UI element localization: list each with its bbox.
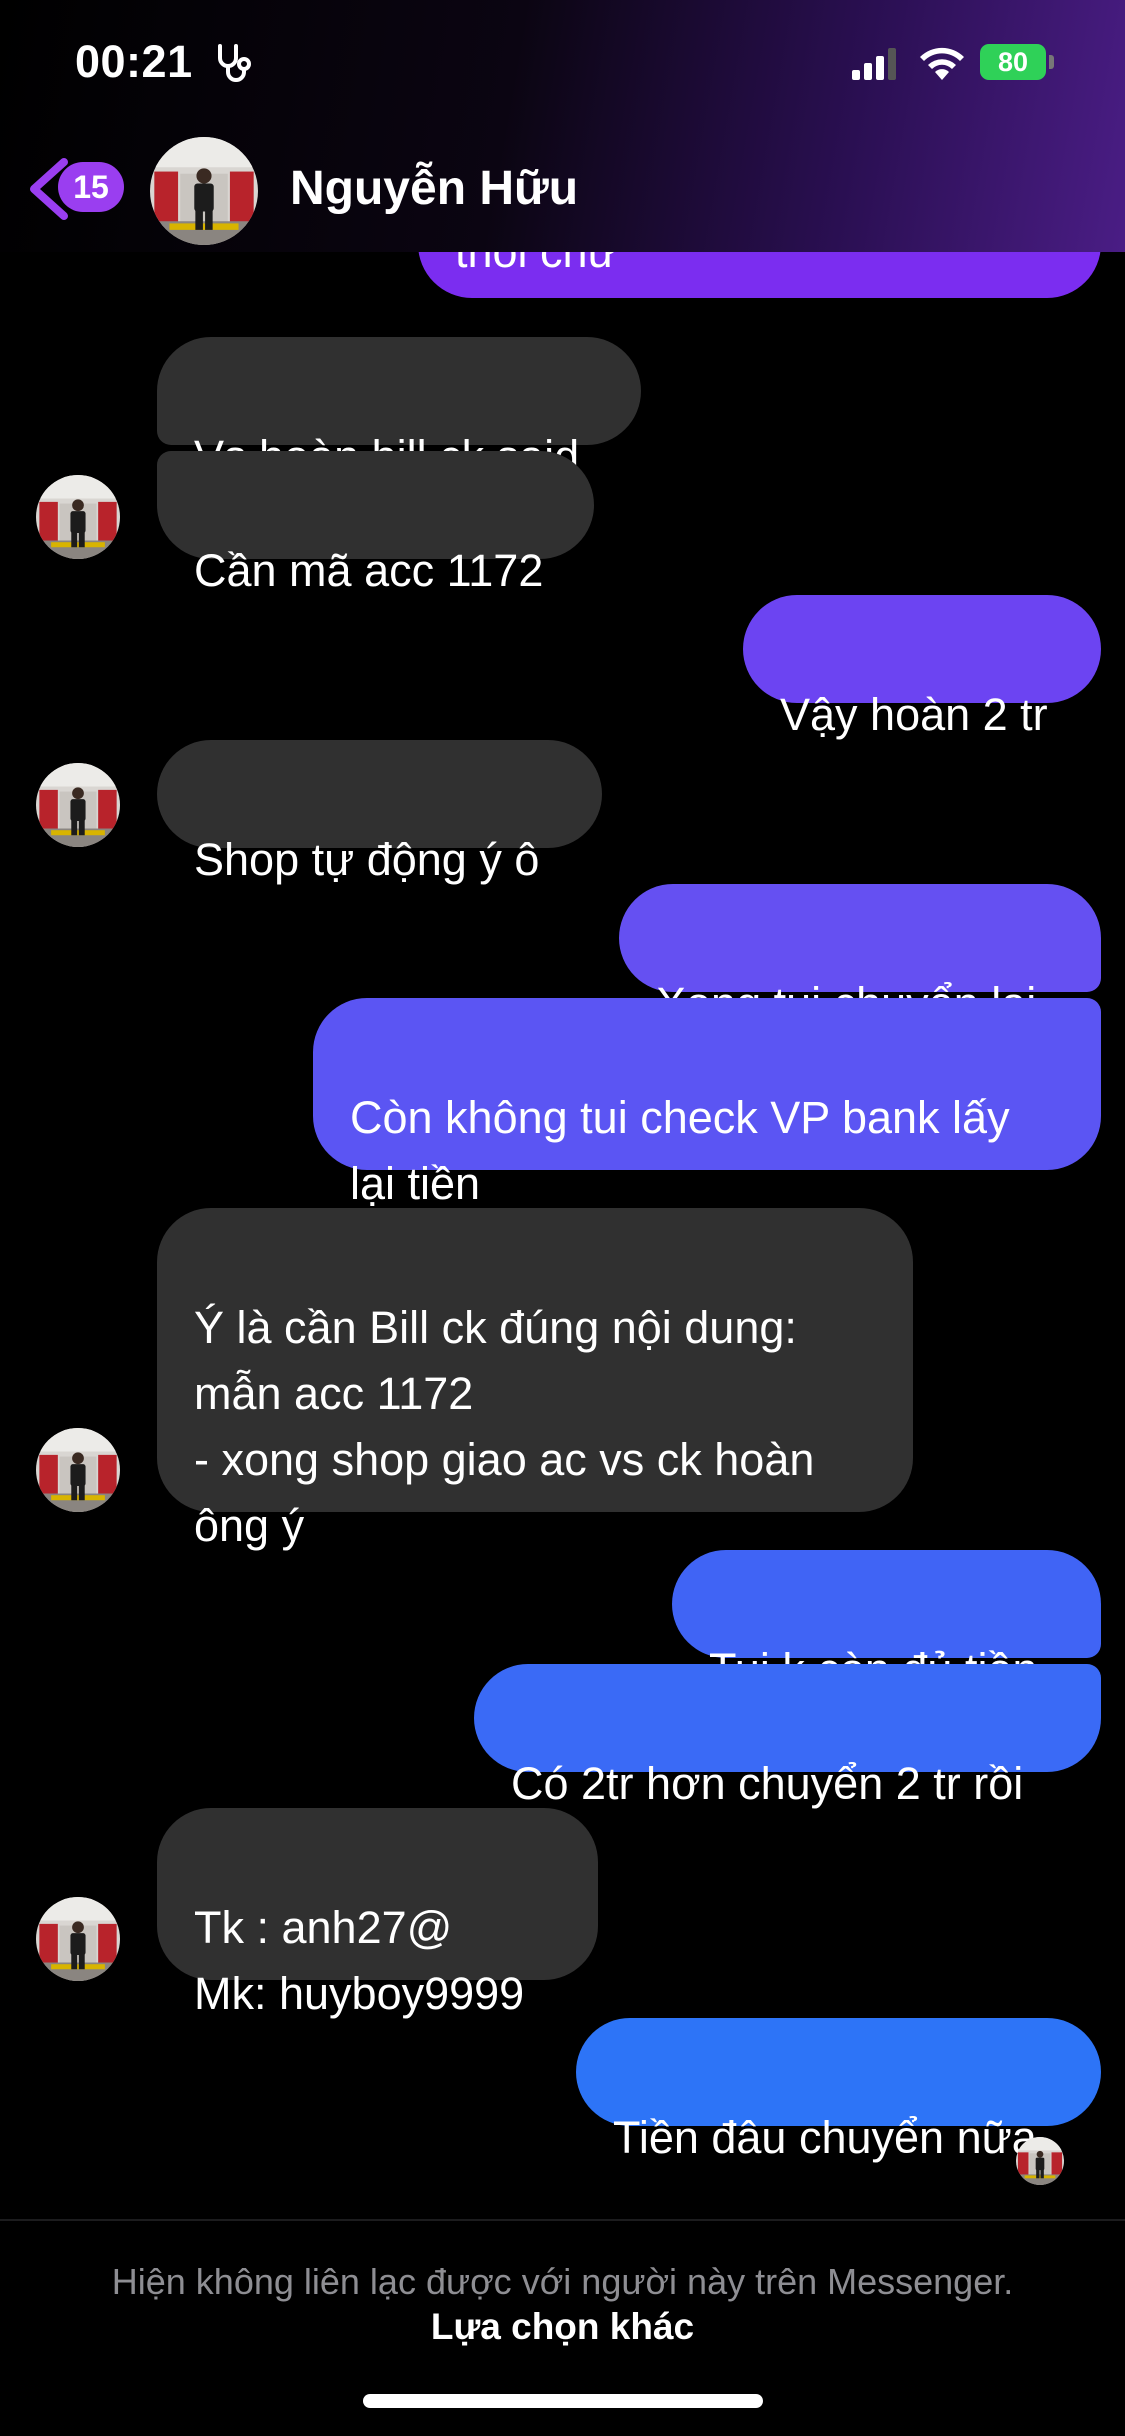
battery-icon: 80 bbox=[980, 44, 1046, 80]
message-bubble-incoming[interactable]: Cần mã acc 1172 bbox=[157, 451, 594, 596]
message-bubble-outgoing[interactable]: Có 2tr hơn chuyển 2 tr rồi bbox=[474, 1664, 1101, 1809]
footer-divider bbox=[0, 2219, 1125, 2221]
message-bubble-outgoing[interactable]: Vậy hoàn 2 tr bbox=[743, 595, 1101, 740]
status-time: 00:21 bbox=[75, 36, 193, 87]
unread-count-badge[interactable]: 15 bbox=[58, 162, 124, 212]
message-text: Ý là cần Bill ck đúng nội dung: mẫn acc … bbox=[194, 1302, 815, 1551]
home-indicator[interactable] bbox=[363, 2394, 763, 2408]
unread-count: 15 bbox=[73, 168, 109, 205]
sender-avatar[interactable] bbox=[36, 763, 120, 847]
message-text: Tk : anh27@ Mk: huyboy9999 bbox=[194, 1902, 525, 2019]
message-bubble-outgoing[interactable]: Tiền đâu chuyển nữa bbox=[576, 2018, 1101, 2163]
sender-avatar[interactable] bbox=[36, 1897, 120, 1981]
message-text: Tiền đâu chuyển nữa bbox=[613, 2112, 1037, 2163]
battery-cap bbox=[1049, 55, 1054, 69]
message-text: Vậy hoàn 2 tr bbox=[780, 689, 1048, 740]
message-bubble-outgoing[interactable]: Còn không tui check VP bank lấy lại tiền bbox=[313, 998, 1101, 1209]
message-bubble-outgoing[interactable]: Xong tui chuyển lại bbox=[619, 884, 1101, 1029]
seen-indicator-avatar bbox=[1016, 2137, 1064, 2185]
contact-avatar[interactable] bbox=[150, 137, 258, 245]
wifi-icon bbox=[920, 47, 964, 80]
message-text: Có 2tr hơn chuyển 2 tr rồi bbox=[511, 1758, 1024, 1809]
sender-avatar[interactable] bbox=[36, 1428, 120, 1512]
message-bubble-outgoing[interactable]: Tui k còn đủ tiền bbox=[672, 1550, 1101, 1695]
message-text: Shop tự động ý ô bbox=[194, 834, 540, 885]
message-text: Còn không tui check VP bank lấy lại tiền bbox=[350, 1092, 1010, 1209]
message-bubble-incoming[interactable]: Ý là cần Bill ck đúng nội dung: mẫn acc … bbox=[157, 1208, 913, 1551]
message-bubble-incoming[interactable]: Tk : anh27@ Mk: huyboy9999 bbox=[157, 1808, 598, 2019]
contact-name[interactable]: Nguyễn Hữu bbox=[290, 161, 578, 216]
unavailable-notice: Hiện không liên lạc được với người này t… bbox=[111, 2261, 1014, 2302]
message-text: Cần mã acc 1172 bbox=[194, 545, 544, 596]
stethoscope-icon bbox=[218, 44, 251, 82]
battery-level: 80 bbox=[997, 46, 1029, 77]
chat-header: 00:21 80 15 Nguyễn Hữu bbox=[0, 0, 1125, 252]
cellular-signal-icon bbox=[852, 48, 896, 80]
sender-avatar[interactable] bbox=[36, 475, 120, 559]
message-bubble-incoming[interactable]: Shop tự động ý ô bbox=[157, 740, 602, 885]
message-bubble-incoming[interactable]: Vs hoàn bill ck said bbox=[157, 337, 641, 482]
other-options-link[interactable]: Lựa chọn khác bbox=[0, 2306, 1125, 2348]
